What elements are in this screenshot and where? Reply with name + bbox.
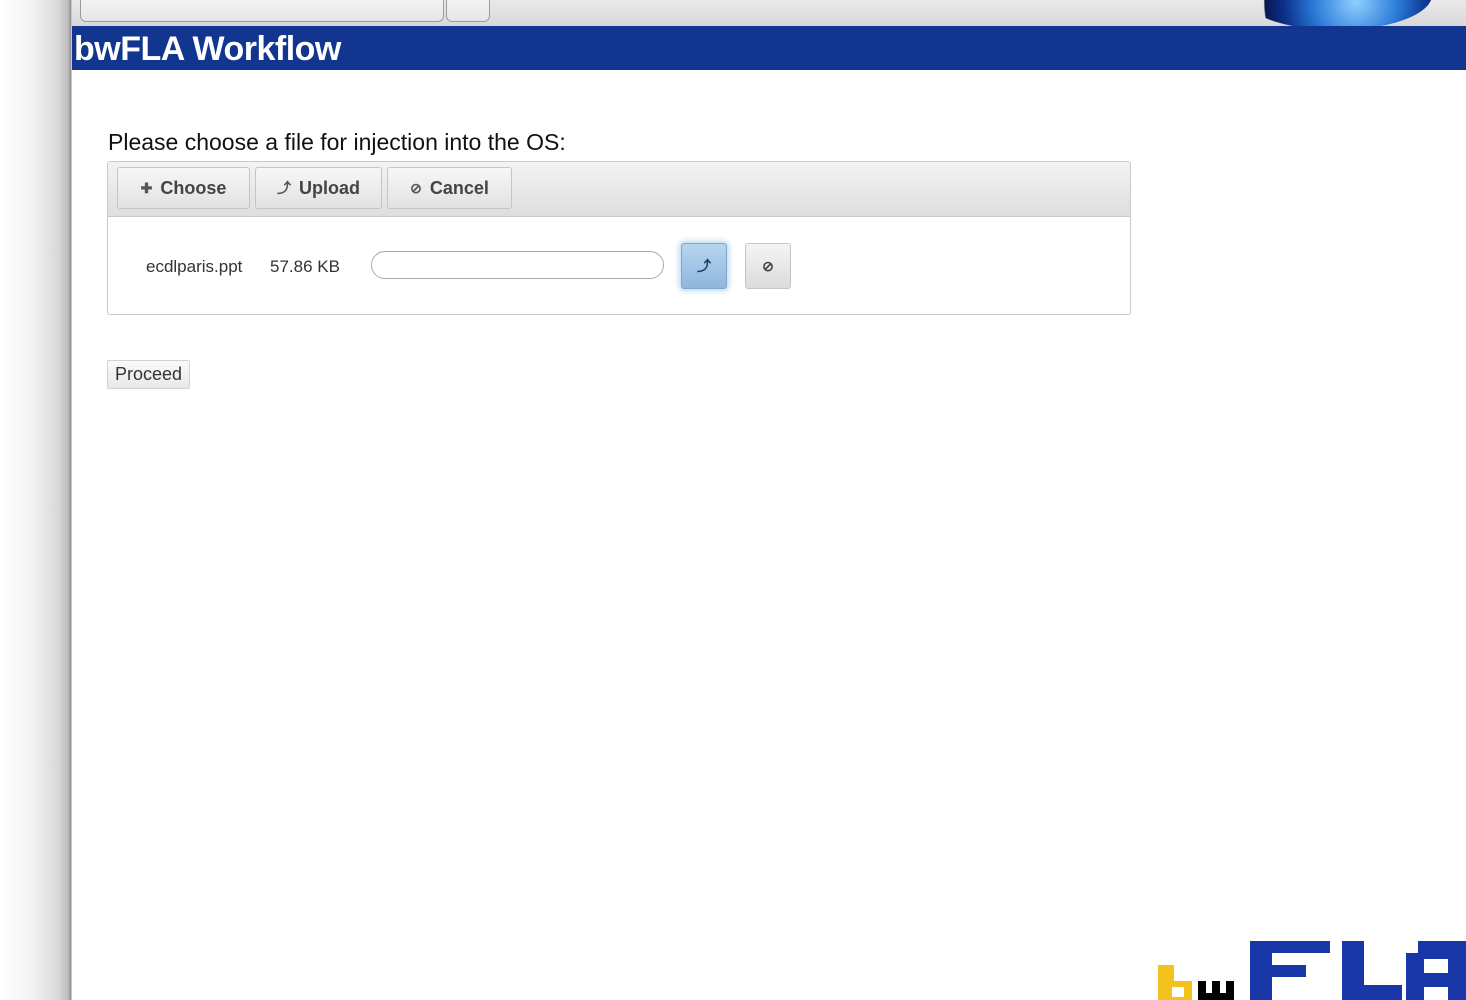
page-header: bwFLA Workflow xyxy=(72,26,1466,70)
upload-button[interactable]: ⤴ Upload xyxy=(255,167,382,209)
choose-button-label: Choose xyxy=(160,177,227,198)
address-bar[interactable]: bwfla xyxy=(80,0,444,22)
bwfla-logo xyxy=(1158,935,1466,1000)
plus-icon: ✚ xyxy=(140,179,153,196)
file-uploader: ✚ Choose ⤴ Upload ⊘ Cancel ecdlparis.ppt… xyxy=(107,161,1131,315)
proceed-button[interactable]: Proceed xyxy=(107,360,190,389)
cancel-button-label: Cancel xyxy=(429,177,489,198)
upload-progress-bar xyxy=(371,251,664,279)
upload-arrow-icon: ⤴ xyxy=(697,258,711,274)
cancel-circle-icon: ⊘ xyxy=(762,257,774,274)
address-bar-button[interactable] xyxy=(446,0,490,22)
cancel-circle-icon: ⊘ xyxy=(410,179,422,196)
choose-button[interactable]: ✚ Choose xyxy=(117,167,250,209)
address-bar-text: bwfla xyxy=(241,0,267,3)
file-row: ecdlparis.ppt 57.86 KB ⤴ ⊘ xyxy=(108,217,1130,314)
file-choose-prompt: Please choose a file for injection into … xyxy=(108,129,566,155)
file-upload-button[interactable]: ⤴ xyxy=(681,243,727,289)
file-remove-button[interactable]: ⊘ xyxy=(745,243,791,289)
file-name: ecdlparis.ppt xyxy=(146,257,243,276)
uploader-toolbar: ✚ Choose ⤴ Upload ⊘ Cancel xyxy=(108,162,1130,217)
corner-logo-image xyxy=(1242,0,1432,26)
upload-button-label: Upload xyxy=(299,177,360,198)
cancel-button[interactable]: ⊘ Cancel xyxy=(387,167,512,209)
browser-toolbar-strip: bwfla xyxy=(72,0,1466,26)
window-edge-shadow xyxy=(0,0,72,1000)
upload-arrow-icon: ⤴ xyxy=(277,180,291,196)
page-title: bwFLA Workflow xyxy=(74,30,341,68)
file-size: 57.86 KB xyxy=(270,257,340,276)
